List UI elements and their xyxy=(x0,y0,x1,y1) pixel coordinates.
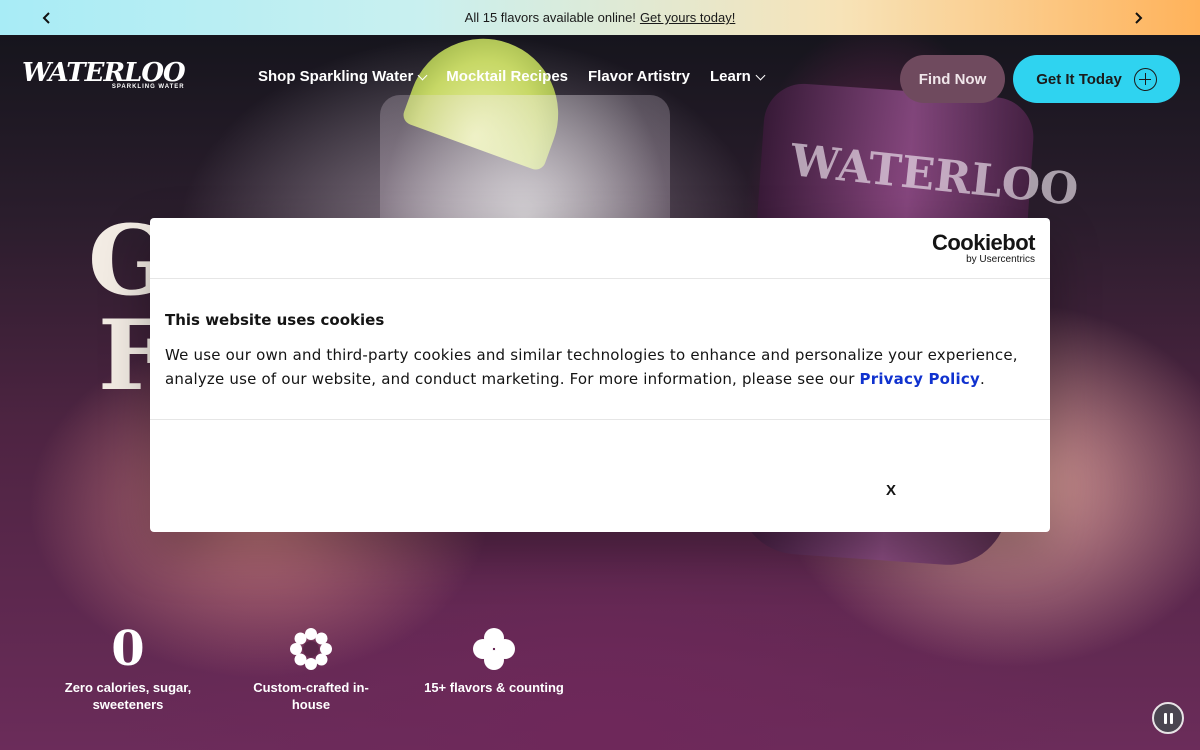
announcement-text: All 15 flavors available online! xyxy=(464,10,636,25)
cookiebot-brand-sub: by Usercentrics xyxy=(966,254,1035,265)
nav-item-mocktails[interactable]: Mocktail Recipes xyxy=(446,68,568,85)
nav-links: Shop Sparkling Water Mocktail Recipes Fl… xyxy=(258,68,766,85)
nav-item-label: Shop Sparkling Water xyxy=(258,68,414,85)
main-nav: WATERLOO SPARKLING WATER Shop Sparkling … xyxy=(0,35,1200,120)
nav-item-shop[interactable]: Shop Sparkling Water xyxy=(258,68,428,85)
cookie-text: We use our own and third-party cookies a… xyxy=(165,343,1035,391)
pause-video-button[interactable] xyxy=(1152,702,1184,734)
cookiebot-brand: Cookiebot xyxy=(931,230,1036,255)
find-now-button[interactable]: Find Now xyxy=(900,55,1005,103)
clover-icon xyxy=(419,625,569,673)
nav-item-flavor-artistry[interactable]: Flavor Artistry xyxy=(588,68,690,85)
cookie-consent-dialog: Cookiebot by Usercentrics This website u… xyxy=(150,218,1050,532)
pause-icon-bar xyxy=(1169,712,1173,724)
plus-circle-icon xyxy=(1133,67,1157,91)
zero-icon: 0 xyxy=(111,621,145,677)
stat-label: Custom-crafted in-house xyxy=(253,680,369,712)
cookie-dialog-header: Cookiebot by Usercentrics xyxy=(150,218,1050,279)
get-it-today-button[interactable]: Get It Today xyxy=(1013,55,1180,103)
cookie-title: This website uses cookies xyxy=(165,311,385,329)
chevron-down-icon xyxy=(417,70,428,80)
nav-item-learn[interactable]: Learn xyxy=(710,68,766,85)
stat-label: Zero calories, sugar, sweeteners xyxy=(64,680,192,712)
chevron-down-icon xyxy=(755,70,766,80)
stat-custom-crafted: Custom-crafted in-house xyxy=(236,625,386,713)
nav-item-label: Mocktail Recipes xyxy=(446,68,569,85)
logo-wordmark: WATERLOO xyxy=(22,58,186,88)
cookie-text-suffix: . xyxy=(979,370,985,388)
announcement-message: All 15 flavors available online! Get you… xyxy=(465,10,736,25)
cookie-dialog-body: This website uses cookies We use our own… xyxy=(150,279,1050,420)
cookiebot-logo[interactable]: Cookiebot by Usercentrics xyxy=(931,230,1036,266)
announcement-bar: All 15 flavors available online! Get you… xyxy=(0,0,1200,35)
stat-zero-calories: 0 Zero calories, sugar, sweeteners xyxy=(53,625,203,713)
privacy-policy-link[interactable]: Privacy Policy xyxy=(860,370,980,388)
cookie-close-button[interactable]: X xyxy=(886,482,896,499)
chevron-left-icon[interactable] xyxy=(37,8,57,28)
nav-item-label: Flavor Artistry xyxy=(588,68,690,85)
gear-flower-icon xyxy=(236,625,386,673)
announcement-link[interactable]: Get yours today! xyxy=(640,10,735,25)
waterloo-logo[interactable]: WATERLOO SPARKLING WATER xyxy=(22,58,186,90)
get-it-today-label: Get It Today xyxy=(1036,70,1122,88)
nav-item-label: Learn xyxy=(710,68,751,85)
stat-flavors: 15+ flavors & counting xyxy=(419,625,569,696)
stat-label: 15+ flavors & counting xyxy=(424,680,564,695)
chevron-right-icon[interactable] xyxy=(1128,8,1148,28)
pause-icon-bar xyxy=(1163,712,1167,724)
